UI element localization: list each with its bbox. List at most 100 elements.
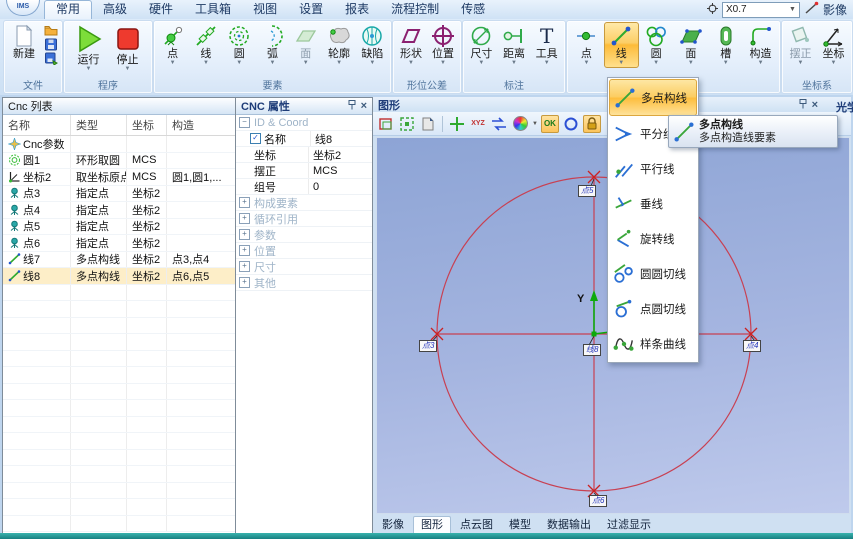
tab-shezhi[interactable]: 设置 <box>288 0 334 19</box>
tab-filterdisplay-view[interactable]: 过滤显示 <box>600 517 658 533</box>
column-coord[interactable]: 坐标 <box>127 115 167 135</box>
tab-yingjian[interactable]: 硬件 <box>138 0 184 19</box>
dimension-button[interactable]: 尺寸▼ <box>465 22 498 68</box>
expand-icon[interactable]: + <box>239 197 250 208</box>
tab-dataoutput-view[interactable]: 数据输出 <box>540 517 598 533</box>
tab-chuangan[interactable]: 传感 <box>450 0 496 19</box>
save-icon[interactable] <box>44 38 58 51</box>
tab-pointcloud-view[interactable]: 点云图 <box>453 517 500 533</box>
point-label-top[interactable]: 点5 <box>578 185 596 197</box>
expand-icon[interactable]: + <box>239 229 250 240</box>
point-label-right[interactable]: 点4 <box>743 340 761 352</box>
property-row-name[interactable]: ✓ 名称 线8 <box>236 131 372 147</box>
save-as-icon[interactable] <box>44 52 58 65</box>
distance-button[interactable]: 距离▼ <box>498 22 531 68</box>
circle-display-icon[interactable] <box>562 115 580 133</box>
feature-line-button[interactable]: 线▼ <box>189 22 222 68</box>
zoom-select[interactable]: X0.7▼ <box>722 2 800 18</box>
close-icon[interactable]: × <box>361 101 367 111</box>
menu-item-multipoint-line[interactable]: 多点构线 <box>609 79 697 116</box>
property-row-align[interactable]: 摆正 MCS <box>236 163 372 179</box>
table-row[interactable]: 圆1 环形取圆MCS <box>3 153 235 170</box>
construct-plane-button[interactable]: 面▼ <box>673 22 708 68</box>
section-position[interactable]: +位置 <box>236 243 372 259</box>
property-value[interactable]: 线8 <box>310 131 372 146</box>
construct-corner-button[interactable]: 构造▼ <box>743 22 778 68</box>
table-row[interactable]: 点6 指定点坐标2 <box>3 235 235 252</box>
feature-plane-button[interactable]: 面▼ <box>289 22 322 68</box>
construct-slot-button[interactable]: 槽▼ <box>708 22 743 68</box>
measure-pen-icon[interactable] <box>804 1 819 19</box>
app-menu-button[interactable]: IMS <box>6 0 40 16</box>
tab-optics-panel[interactable]: 光学 <box>836 99 853 115</box>
expand-icon[interactable]: + <box>239 245 250 256</box>
section-loop-ref[interactable]: +循环引用 <box>236 211 372 227</box>
crosshair-plus-icon[interactable] <box>448 115 466 133</box>
mode-label[interactable]: 影像 <box>823 1 847 18</box>
color-wheel-icon[interactable] <box>511 115 529 133</box>
property-value[interactable]: 0 <box>308 179 372 194</box>
table-row[interactable]: 线7 多点构线坐标2点3,点4 <box>3 252 235 269</box>
construct-circle-button[interactable]: 圆▼ <box>639 22 674 68</box>
run-button[interactable]: 运行▼ <box>71 22 106 74</box>
section-size[interactable]: +尺寸 <box>236 259 372 275</box>
xyz-icon[interactable]: XYZ <box>469 115 487 133</box>
menu-item-parallel-line[interactable]: 平行线 <box>609 151 697 186</box>
tab-gongjuxiang[interactable]: 工具箱 <box>184 0 242 19</box>
expand-icon[interactable]: + <box>239 261 250 272</box>
menu-item-circle-circle-tangent[interactable]: 圆圆切线 <box>609 256 697 291</box>
open-folder-icon[interactable] <box>44 24 58 37</box>
column-construct[interactable]: 构造 <box>167 115 235 135</box>
tab-image-view[interactable]: 影像 <box>375 517 411 533</box>
column-name[interactable]: 名称 <box>3 115 71 135</box>
property-value[interactable]: MCS <box>308 163 372 178</box>
section-id-coord[interactable]: − ID & Coord <box>236 115 372 131</box>
feature-contour-button[interactable]: 轮廓▼ <box>322 22 355 68</box>
feature-point-button[interactable]: 点▼ <box>156 22 189 68</box>
table-row[interactable]: Cnc参数 <box>3 136 235 153</box>
feature-circle-button[interactable]: 圆▼ <box>223 22 256 68</box>
tab-shitu[interactable]: 视图 <box>242 0 288 19</box>
table-row-selected[interactable]: 线8 多点构线坐标2点6,点5 <box>3 268 235 285</box>
checkbox-checked[interactable]: ✓ <box>250 133 261 144</box>
chevron-down-icon[interactable]: ▼ <box>532 121 538 127</box>
pin-icon[interactable] <box>799 99 807 111</box>
feature-defect-button[interactable]: 缺陷▼ <box>356 22 389 68</box>
expand-icon[interactable]: + <box>239 277 250 288</box>
column-type[interactable]: 类型 <box>71 115 127 135</box>
section-elements[interactable]: +构成要素 <box>236 195 372 211</box>
tab-gaoji[interactable]: 高级 <box>92 0 138 19</box>
construct-line-button[interactable]: 线▼ <box>604 22 639 68</box>
section-other[interactable]: +其他 <box>236 275 372 291</box>
construct-point-button[interactable]: 点▼ <box>569 22 604 68</box>
property-row-coord[interactable]: 坐标 坐标2 <box>236 147 372 163</box>
table-row[interactable]: 点5 指定点坐标2 <box>3 219 235 236</box>
new-button[interactable]: 新建 <box>6 22 42 61</box>
flip-arrows-icon[interactable] <box>490 115 508 133</box>
tab-model-view[interactable]: 模型 <box>502 517 538 533</box>
close-icon[interactable]: × <box>812 100 818 110</box>
menu-item-point-circle-tangent[interactable]: 点圆切线 <box>609 291 697 326</box>
table-row[interactable]: 点4 指定点坐标2 <box>3 202 235 219</box>
tab-liuchengkongzhi[interactable]: 流程控制 <box>380 0 450 19</box>
feature-arc-button[interactable]: 弧▼ <box>256 22 289 68</box>
tab-graphics-view[interactable]: 图形 <box>413 516 451 533</box>
tool-button[interactable]: T 工具▼ <box>530 22 563 68</box>
align-button[interactable]: 摆正▼ <box>784 22 817 68</box>
expand-icon[interactable]: + <box>239 213 250 224</box>
menu-item-perpendicular-line[interactable]: 垂线 <box>609 186 697 221</box>
stop-button[interactable]: 停止▼ <box>110 22 145 74</box>
coordinate-button[interactable]: 坐标▼ <box>817 22 850 68</box>
section-parameters[interactable]: +参数 <box>236 227 372 243</box>
form-button[interactable]: 形状▼ <box>395 22 427 68</box>
lock-icon[interactable] <box>583 115 601 133</box>
position-button[interactable]: 位置▼ <box>427 22 459 68</box>
zoom-region-icon[interactable] <box>398 115 416 133</box>
property-row-group[interactable]: 组号 0 <box>236 179 372 195</box>
property-value[interactable]: 坐标2 <box>308 147 372 162</box>
line-label-center[interactable]: 线8 <box>583 344 601 356</box>
fit-view-icon[interactable] <box>377 115 395 133</box>
menu-item-spline-curve[interactable]: 样条曲线 <box>609 326 697 361</box>
table-row[interactable]: 点3 指定点坐标2 <box>3 186 235 203</box>
point-label-left[interactable]: 点3 <box>419 340 437 352</box>
